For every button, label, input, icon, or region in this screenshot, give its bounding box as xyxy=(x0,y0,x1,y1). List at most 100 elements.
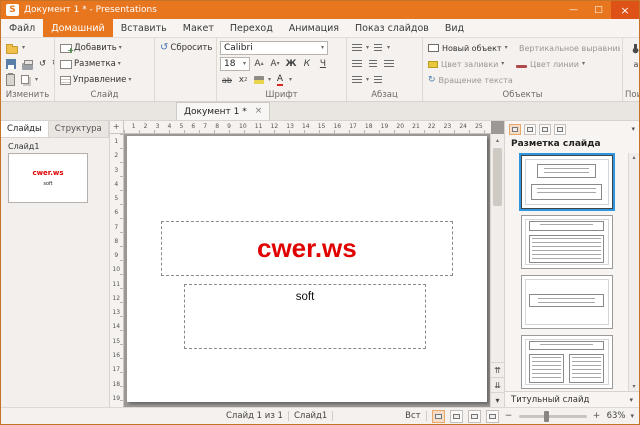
vertical-alignment-button[interactable]: Вертикальное выравнивание ▾ xyxy=(514,41,620,56)
chevron-down-icon[interactable]: ▾ xyxy=(366,45,369,51)
menu-tab-home[interactable]: Домашний xyxy=(43,19,112,37)
slide-thumbnail[interactable]: cwer.ws soft xyxy=(8,153,88,203)
chevron-down-icon[interactable]: ▾ xyxy=(35,77,38,83)
scroll-up-icon[interactable]: ▴ xyxy=(632,154,635,161)
sidebar-tool-designs[interactable] xyxy=(524,124,536,135)
line-spacing-button[interactable] xyxy=(350,73,364,87)
layout-panel-footer[interactable]: Титульный слайд ▾ xyxy=(505,391,639,407)
text-rotation-button[interactable]: ↻ Вращение текста ▾ xyxy=(426,73,514,88)
chevron-down-icon[interactable]: ▾ xyxy=(387,45,390,51)
new-object-button[interactable]: Новый объект ▾ xyxy=(426,41,514,56)
save-icon xyxy=(6,59,16,69)
numbered-list-button[interactable] xyxy=(371,41,385,55)
undo-button[interactable]: ↺ xyxy=(37,57,48,72)
chevron-down-icon[interactable]: ▾ xyxy=(22,45,25,51)
zoom-menu-chevron-icon[interactable]: ▾ xyxy=(630,412,634,420)
ruler-number: 13 xyxy=(112,310,120,316)
zoom-level-label[interactable]: 63% xyxy=(607,411,626,421)
insert-mode-indicator[interactable]: Вст xyxy=(405,411,420,421)
zoom-slider-thumb[interactable] xyxy=(544,411,549,422)
underline-button[interactable]: Ч xyxy=(316,57,330,71)
save-button[interactable] xyxy=(4,57,18,72)
layout-thumbnail-title-content[interactable] xyxy=(521,215,613,269)
sidebar-tool-colors[interactable] xyxy=(539,124,551,135)
menu-tab-insert[interactable]: Вставить xyxy=(113,19,175,37)
open-button[interactable] xyxy=(4,41,20,56)
maximize-button[interactable]: □ xyxy=(586,1,611,19)
align-left-button[interactable] xyxy=(350,57,364,71)
menu-tab-file[interactable]: Файл xyxy=(1,19,43,37)
chevron-down-icon[interactable]: ▾ xyxy=(268,77,271,83)
shrink-font-button[interactable]: А▾ xyxy=(268,57,282,71)
document-tab[interactable]: Документ 1 * × xyxy=(176,102,270,120)
canvas-vertical-scrollbar[interactable]: ▴ ⇈ ⇊ ▾ xyxy=(490,134,504,407)
slide-canvas[interactable]: cwer.ws soft xyxy=(124,134,490,407)
sidebar-menu-chevron-icon[interactable]: ▾ xyxy=(631,125,635,133)
bullet-list-button[interactable] xyxy=(350,41,364,55)
scroll-down-icon[interactable]: ▾ xyxy=(491,392,504,407)
manage-slides-button[interactable]: Управление ▾ xyxy=(58,73,133,88)
tab-slides[interactable]: Слайды xyxy=(1,121,49,137)
redo-button[interactable]: ↻ xyxy=(50,57,54,72)
menu-tab-layout[interactable]: Макет xyxy=(175,19,222,37)
chevron-down-icon[interactable]: ▾ xyxy=(289,77,292,83)
menu-tab-slideshow[interactable]: Показ слайдов xyxy=(347,19,437,37)
bold-button[interactable]: Ж xyxy=(284,57,298,71)
subtitle-placeholder[interactable]: soft xyxy=(184,284,425,349)
ruler-number: 10 xyxy=(239,124,247,130)
previous-slide-button[interactable]: ⇈ xyxy=(491,362,504,377)
view-slideshow-button[interactable] xyxy=(486,410,499,423)
view-sorter-button[interactable] xyxy=(450,410,463,423)
menu-tab-animation[interactable]: Анимация xyxy=(281,19,347,37)
line-color-button[interactable]: Цвет линии ▾ xyxy=(514,57,620,72)
search-button[interactable] xyxy=(632,41,640,55)
font-color-button[interactable]: А xyxy=(273,73,287,87)
title-placeholder[interactable]: cwer.ws xyxy=(161,221,453,276)
superscript-button[interactable]: x2 xyxy=(236,73,250,87)
indent-button[interactable] xyxy=(371,73,385,87)
menu-tab-transition[interactable]: Переход xyxy=(222,19,281,37)
menu-tab-view[interactable]: Вид xyxy=(437,19,472,37)
replace-button[interactable]: ab xyxy=(632,57,640,71)
print-button[interactable] xyxy=(20,57,35,72)
layout-thumbnail-section[interactable] xyxy=(521,275,613,329)
document-tab-close-icon[interactable]: × xyxy=(255,107,263,116)
paste-button[interactable] xyxy=(4,73,17,88)
slide-page[interactable]: cwer.ws soft xyxy=(127,136,487,402)
italic-button[interactable]: К xyxy=(300,57,314,71)
zoom-in-button[interactable]: + xyxy=(592,411,602,421)
tab-outline[interactable]: Структура xyxy=(49,121,109,137)
minimize-button[interactable]: — xyxy=(561,1,586,19)
layout-list-scrollbar[interactable]: ▴ ▾ xyxy=(628,153,639,391)
zoom-out-button[interactable]: − xyxy=(504,411,514,421)
view-normal-button[interactable] xyxy=(432,410,445,423)
ruler-number: 19 xyxy=(112,396,120,402)
layout-button[interactable]: Разметка ▾ xyxy=(58,57,123,72)
strikethrough-button[interactable]: ab xyxy=(220,73,234,87)
sidebar-tool-animations[interactable] xyxy=(554,124,566,135)
align-right-button[interactable] xyxy=(382,57,396,71)
layout-thumbnail-two-content[interactable] xyxy=(521,335,613,389)
copy-button[interactable] xyxy=(19,73,33,88)
layout-thumbnail-title-slide[interactable] xyxy=(521,155,613,209)
sidebar-tool-layouts[interactable] xyxy=(509,124,521,135)
font-size-select[interactable]: 18 ▾ xyxy=(220,57,250,71)
chevron-down-icon[interactable]: ▾ xyxy=(366,77,369,83)
reset-slide-button[interactable]: ↺ Сбросить xyxy=(158,41,214,56)
scroll-up-icon[interactable]: ▴ xyxy=(491,134,504,147)
selected-layout-name: Титульный слайд xyxy=(511,395,589,405)
fill-color-button[interactable]: Цвет заливки ▾ xyxy=(426,57,514,72)
scrollbar-thumb[interactable] xyxy=(493,148,502,206)
align-center-button[interactable] xyxy=(366,57,380,71)
zoom-slider[interactable] xyxy=(519,415,587,418)
grow-font-button[interactable]: А▴ xyxy=(252,57,266,71)
scroll-down-icon[interactable]: ▾ xyxy=(632,383,635,390)
next-slide-button[interactable]: ⇊ xyxy=(491,377,504,392)
font-family-select[interactable]: Calibri ▾ xyxy=(220,41,328,55)
highlight-color-button[interactable] xyxy=(252,73,266,87)
chevron-down-icon: ▾ xyxy=(629,396,633,404)
canvas-area: + 12345678910111213141516171819202122232… xyxy=(110,121,504,407)
close-button[interactable]: × xyxy=(611,1,639,19)
view-notes-button[interactable] xyxy=(468,410,481,423)
add-slide-button[interactable]: + Добавить ▾ xyxy=(58,41,124,56)
